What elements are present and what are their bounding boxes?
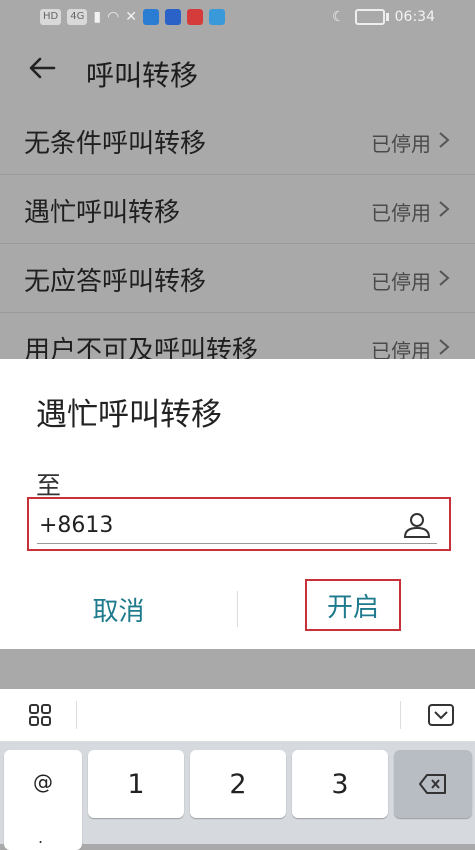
symbol-key-label: @ [33, 770, 53, 794]
button-divider [237, 591, 238, 627]
key-2[interactable]: 2 [190, 750, 286, 818]
enable-button[interactable]: 开启 [305, 579, 401, 631]
key-1[interactable]: 1 [88, 750, 184, 818]
list-item-status: 已停用 [371, 270, 431, 294]
input-underline [37, 543, 437, 544]
dim-overlay [0, 649, 475, 689]
backspace-key[interactable] [394, 750, 472, 818]
numeric-keyboard: @ 1 2 3 . [0, 742, 475, 850]
phone-field-highlight [27, 497, 451, 551]
hd-indicator: HD [40, 9, 62, 25]
status-time: 06:34 [394, 9, 435, 25]
wifi-icon: ◠ [107, 9, 120, 25]
phone-number-input[interactable] [37, 507, 341, 543]
network-indicator: 4G [67, 9, 88, 25]
chevron-right-icon [439, 270, 450, 286]
list-item-title: 无应答呼叫转移 [24, 267, 207, 297]
status-right: ☾ 06:34 [332, 9, 435, 25]
dialog-buttons: 取消 开启 [0, 579, 475, 639]
battery-icon [354, 9, 389, 25]
symbol-key-sub-label: . [38, 828, 44, 847]
toolbar-divider [400, 701, 401, 729]
chevron-right-icon [439, 201, 450, 217]
signal-icon: ▮ [93, 9, 102, 25]
back-arrow-icon[interactable] [26, 52, 58, 84]
list-item-no-answer[interactable]: 无应答呼叫转移 已停用 [0, 244, 475, 313]
mute-icon: ✕ [125, 9, 138, 25]
status-left: HD 4G ▮ ◠ ✕ [40, 9, 226, 25]
forwarding-dialog: 遇忙呼叫转移 至 取消 开启 [0, 359, 475, 649]
key-3[interactable]: 3 [292, 750, 388, 818]
chevron-right-icon [439, 339, 450, 355]
page-title: 呼叫转移 [86, 59, 199, 92]
status-bar: HD 4G ▮ ◠ ✕ ☾ 06:34 [0, 0, 475, 36]
contact-icon[interactable] [401, 509, 433, 541]
call-forwarding-list: 无条件呼叫转移 已停用 遇忙呼叫转移 已停用 无应答呼叫转移 已停用 用户不可及… [0, 106, 475, 381]
title-bar: 呼叫转移 [0, 36, 475, 106]
grid-menu-icon[interactable] [28, 703, 52, 727]
list-item-title: 无条件呼叫转移 [24, 129, 207, 159]
app-notification-icon [187, 9, 204, 25]
app-notification-icon [209, 9, 226, 25]
list-item-status: 已停用 [371, 132, 431, 156]
app-notification-icon [143, 9, 160, 25]
keyboard-toolbar [0, 689, 475, 742]
toolbar-divider [76, 701, 77, 729]
list-item-title: 遇忙呼叫转移 [24, 198, 181, 228]
chevron-right-icon [439, 132, 450, 148]
list-item-busy[interactable]: 遇忙呼叫转移 已停用 [0, 175, 475, 244]
moon-icon: ☾ [332, 9, 345, 25]
keyboard-collapse-icon[interactable] [427, 703, 455, 727]
list-item-unconditional[interactable]: 无条件呼叫转移 已停用 [0, 106, 475, 175]
list-item-status: 已停用 [371, 201, 431, 225]
cancel-button[interactable]: 取消 [0, 579, 237, 639]
backspace-icon [419, 774, 446, 794]
dialog-title: 遇忙呼叫转移 [36, 397, 222, 433]
app-notification-icon [165, 9, 182, 25]
